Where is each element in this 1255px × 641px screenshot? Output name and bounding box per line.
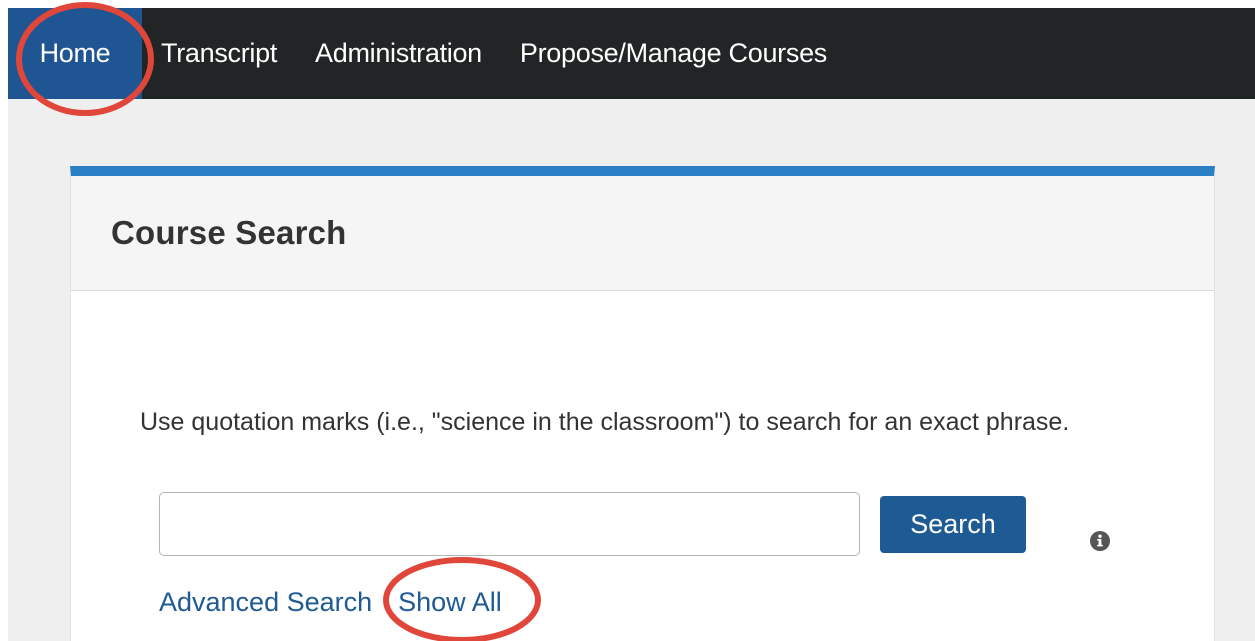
nav-item-home[interactable]: Home [8,8,142,99]
show-all-link[interactable]: Show All [398,587,502,618]
panel-header: Course Search [71,176,1214,291]
search-hint-text: Use quotation marks (i.e., "science in t… [140,408,1070,436]
course-search-input[interactable] [159,492,860,556]
course-search-panel: Course Search Use quotation marks (i.e.,… [70,166,1215,641]
nav-item-administration[interactable]: Administration [296,8,501,99]
panel-title: Course Search [111,214,347,251]
nav-item-propose-manage-courses[interactable]: Propose/Manage Courses [501,8,846,99]
nav-item-transcript[interactable]: Transcript [142,8,296,99]
info-circle-icon[interactable] [1089,530,1111,552]
search-links: Advanced Search Show All [159,587,502,618]
left-edge [0,0,8,641]
search-button[interactable]: Search [880,496,1026,553]
advanced-search-link[interactable]: Advanced Search [159,587,372,618]
page: Home Transcript Administration Propose/M… [0,0,1255,641]
top-navbar: Home Transcript Administration Propose/M… [8,8,1255,99]
top-edge [0,0,1255,8]
